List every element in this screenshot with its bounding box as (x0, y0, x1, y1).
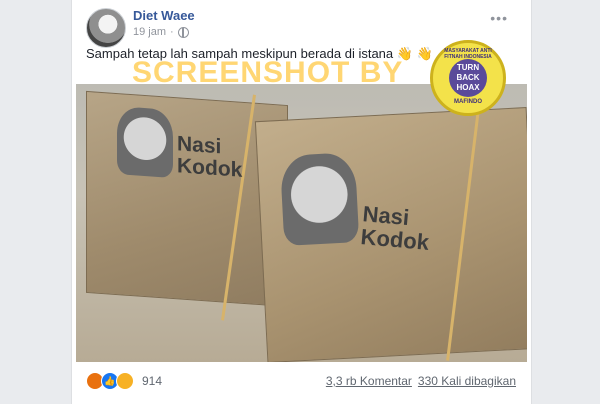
post-header: Diet Waee 19 jam · ••• (86, 8, 516, 48)
comments-link[interactable]: 3,3 rb Komentar (326, 374, 412, 388)
face-photo-right (279, 152, 360, 246)
reactions[interactable]: 👍 (86, 372, 134, 390)
watermark: SCREENSHOT BY (132, 56, 404, 89)
engagement-links: 3,3 rb Komentar 330 Kali dibagikan (326, 374, 516, 388)
turnbackhoax-badge: MASYARAKAT ANTI FITNAH INDONESIA TURN BA… (430, 40, 506, 116)
globe-icon[interactable] (177, 26, 189, 38)
reaction-count[interactable]: 914 (142, 374, 162, 388)
badge-line1: TURN (456, 63, 480, 72)
badge-ring-top: MASYARAKAT ANTI FITNAH INDONESIA (444, 48, 492, 60)
parcel-label-right: Nasi Kodok (359, 201, 432, 256)
post-meta: 19 jam · (133, 26, 189, 38)
parcel-string (221, 94, 256, 321)
parcel-label-right-line2: Kodok (359, 224, 431, 256)
badge-center: TURN BACK HOAX (449, 59, 487, 97)
parcel-label-left: Nasi Kodok (177, 132, 243, 182)
face-photo-left (117, 106, 173, 179)
badge-ring-bottom: MAFINDO (454, 99, 482, 105)
haha-reaction-icon (116, 372, 134, 390)
dot-separator: · (170, 26, 174, 38)
post-image[interactable]: Nasi Kodok Nasi Kodok (76, 84, 527, 362)
post-card: Diet Waee 19 jam · ••• Sampah tetap lah … (71, 0, 532, 404)
parcel-right: Nasi Kodok (254, 102, 527, 362)
more-options-button[interactable]: ••• (490, 10, 508, 26)
avatar[interactable] (86, 8, 126, 48)
author-name[interactable]: Diet Waee (133, 8, 195, 23)
badge-line3: HOAX (456, 83, 480, 92)
parcel-label-left-line2: Kodok (177, 154, 243, 182)
badge-line2: BACK (456, 73, 480, 82)
shares-link[interactable]: 330 Kali dibagikan (418, 374, 516, 388)
post-footer: 👍 914 3,3 rb Komentar 330 Kali dibagikan (86, 372, 516, 394)
parcel-string (446, 102, 481, 361)
post-time[interactable]: 19 jam (133, 26, 166, 38)
